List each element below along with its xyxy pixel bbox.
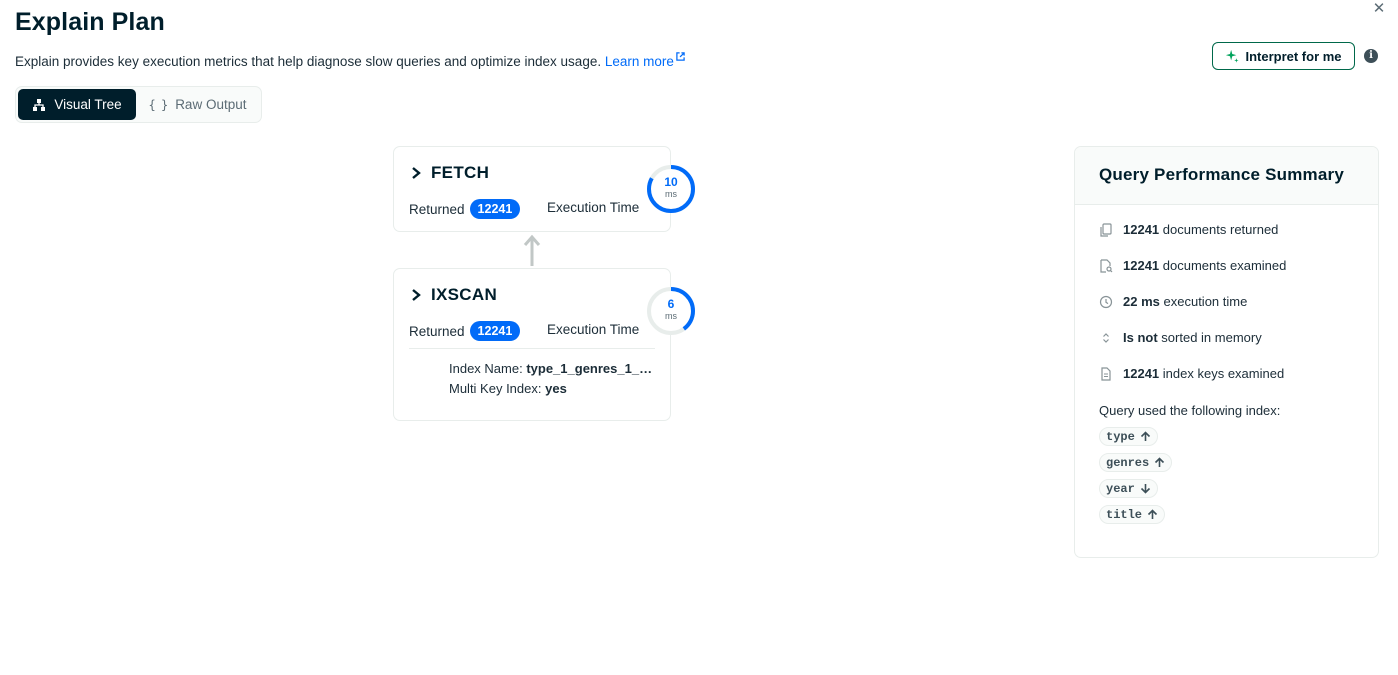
stage-header[interactable]: IXSCAN xyxy=(410,285,497,305)
arrow-up-icon xyxy=(1147,509,1158,519)
keys-examined-text: index keys examined xyxy=(1162,366,1285,381)
execution-time-label: Execution Time xyxy=(547,200,640,215)
interpret-for-me-button[interactable]: Interpret for me xyxy=(1212,42,1355,70)
returned-badge: 12241 xyxy=(469,199,521,219)
documents-icon xyxy=(1100,222,1112,237)
index-field-chip: title xyxy=(1099,505,1166,524)
code-braces-icon: { } xyxy=(148,97,169,112)
external-link-icon xyxy=(676,52,685,61)
index-used-label: Query used the following index: xyxy=(1099,403,1281,418)
tab-raw-output[interactable]: { } Raw Output xyxy=(136,89,259,120)
learn-more-link[interactable]: Learn more xyxy=(604,52,685,69)
summary-title: Query Performance Summary xyxy=(1075,147,1378,205)
sparkle-icon xyxy=(1226,49,1240,63)
multi-key-value: yes xyxy=(545,381,567,396)
summary-keys-examined: 12241 index keys examined xyxy=(1099,366,1284,381)
page-description: Explain provides key execution metrics t… xyxy=(15,52,685,69)
document-search-icon xyxy=(1100,258,1113,273)
view-toggle: Visual Tree { } Raw Output xyxy=(15,86,262,123)
sort-icon xyxy=(1103,332,1109,343)
returned-row: Returned 12241 xyxy=(409,321,521,341)
summary-execution-time: 22 ms execution time xyxy=(1099,294,1247,309)
index-field-name: title xyxy=(1106,507,1143,522)
sorted-text: sorted in memory xyxy=(1161,330,1262,345)
gauge-value: 10 xyxy=(664,175,678,189)
arrow-down-icon xyxy=(1140,484,1150,494)
page-title: Explain Plan xyxy=(15,8,165,36)
gauge-value: 6 xyxy=(667,297,675,311)
index-name-label: Index Name: xyxy=(449,361,523,376)
description-text: Explain provides key execution metrics t… xyxy=(15,54,602,69)
gauge-unit: ms xyxy=(665,311,677,321)
query-performance-summary: Query Performance Summary 12241 document… xyxy=(1074,146,1379,558)
docs-examined-count: 12241 xyxy=(1123,258,1160,273)
docs-examined-text: documents examined xyxy=(1162,258,1287,273)
keys-examined-count: 12241 xyxy=(1123,366,1160,381)
index-name-row: Index Name: type_1_genres_1_y... xyxy=(449,359,654,379)
sorted-value: Is not xyxy=(1123,330,1158,345)
file-icon xyxy=(1101,366,1111,381)
index-name-value: type_1_genres_1_y... xyxy=(526,361,655,376)
arrow-up-icon xyxy=(1140,431,1150,441)
info-icon[interactable]: i xyxy=(1364,49,1378,63)
stage-name: IXSCAN xyxy=(431,285,498,304)
close-icon[interactable]: ✕ xyxy=(1370,0,1388,18)
multi-key-row: Multi Key Index: yes xyxy=(449,379,654,399)
tab-visual-tree-label: Visual Tree xyxy=(54,97,122,112)
summary-sorted: Is not sorted in memory xyxy=(1099,330,1262,345)
docs-returned-count: 12241 xyxy=(1123,222,1160,237)
learn-more-label: Learn more xyxy=(604,54,674,69)
stage-name: FETCH xyxy=(431,163,490,182)
clock-icon xyxy=(1099,295,1113,308)
returned-label: Returned xyxy=(409,323,465,339)
stage-node-ixscan[interactable]: IXSCAN Returned 12241 Execution Time Ind… xyxy=(393,268,671,421)
docs-returned-text: documents returned xyxy=(1162,222,1279,237)
index-field-chip: type xyxy=(1099,427,1158,446)
interpret-label: Interpret for me xyxy=(1245,48,1342,64)
index-details: Index Name: type_1_genres_1_y... Multi K… xyxy=(449,359,654,399)
returned-row: Returned 12241 xyxy=(409,199,521,219)
execution-time-value: 22 ms xyxy=(1123,294,1160,309)
execution-time-gauge: 6 ms xyxy=(646,286,696,336)
summary-docs-returned: 12241 documents returned xyxy=(1099,222,1278,237)
execution-time-gauge: 10 ms xyxy=(646,164,696,214)
arrow-up-icon xyxy=(1155,457,1165,467)
index-field-chip: genres xyxy=(1099,453,1173,472)
arrow-up-icon xyxy=(523,234,541,266)
tab-raw-output-label: Raw Output xyxy=(175,97,247,112)
divider xyxy=(409,348,655,349)
returned-badge: 12241 xyxy=(469,321,521,341)
index-field-name: year xyxy=(1106,481,1135,496)
index-field-name: genres xyxy=(1106,455,1150,470)
tab-visual-tree[interactable]: Visual Tree xyxy=(18,89,136,120)
gauge-unit: ms xyxy=(665,189,677,199)
index-field-name: type xyxy=(1106,429,1135,444)
execution-time-text: execution time xyxy=(1163,294,1248,309)
chevron-right-icon xyxy=(412,289,421,301)
index-field-chip: year xyxy=(1099,479,1158,498)
multi-key-label: Multi Key Index: xyxy=(449,381,542,396)
chevron-right-icon xyxy=(412,167,421,179)
stage-node-fetch[interactable]: FETCH Returned 12241 Execution Time xyxy=(393,146,671,232)
execution-time-label: Execution Time xyxy=(547,322,640,337)
summary-docs-examined: 12241 documents examined xyxy=(1099,258,1286,273)
stage-header[interactable]: FETCH xyxy=(410,163,489,183)
returned-label: Returned xyxy=(409,201,465,217)
tree-icon xyxy=(33,98,46,111)
